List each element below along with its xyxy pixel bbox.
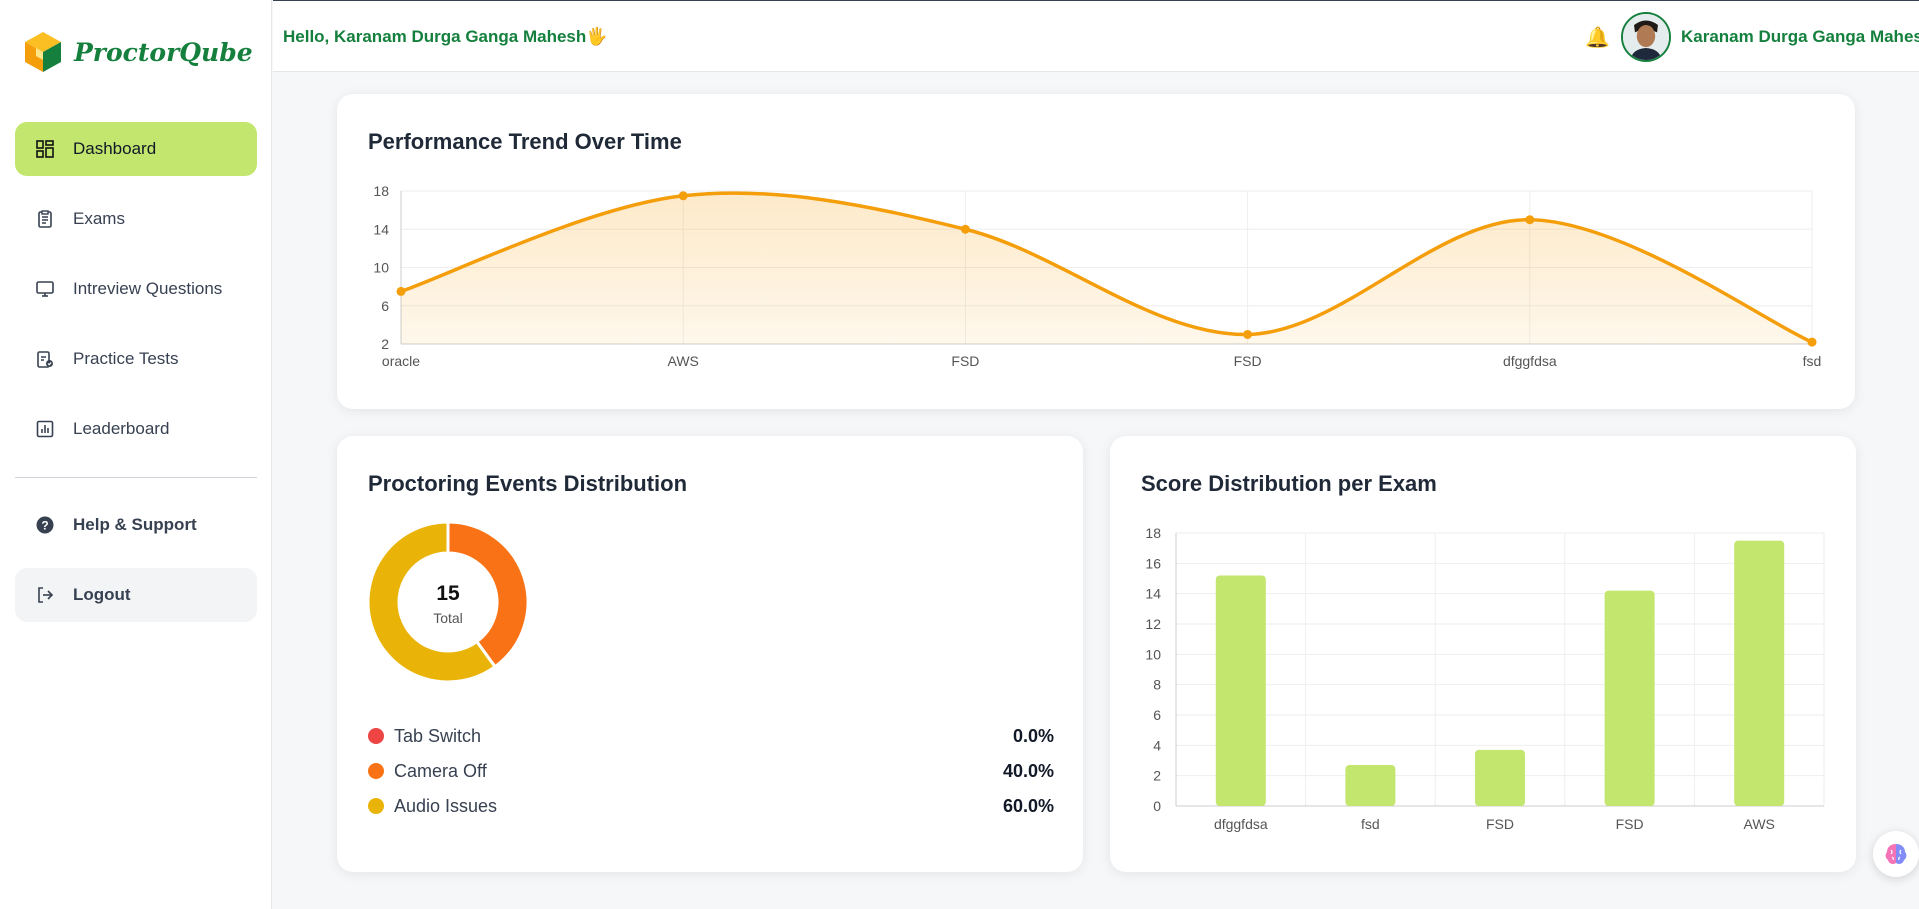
y-tick-label: 18 [1145,525,1161,541]
x-tick-label: dfggfdsa [1214,816,1268,832]
monitor-icon [35,279,55,299]
sidebar-item-practice-tests[interactable]: Practice Tests [15,332,257,386]
x-tick-label: AWS [1744,816,1775,832]
app-name: ProctorQube [74,37,253,67]
performance-trend-card: Performance Trend Over Time 2 6 10 14 18 orac… [337,94,1855,409]
y-tick-label: 0 [1153,798,1161,814]
wave-emoji-icon: 🖐 [586,27,608,46]
sidebar-secondary-nav: ? Help & Support Logout [15,498,257,638]
legend-item: Camera Off 40.0% [368,759,1054,783]
clipboard-check-icon [35,349,55,369]
help-support-button[interactable]: ? Help & Support [15,498,257,552]
logout-icon [35,585,55,605]
x-tick-label: AWS [668,353,699,369]
user-name[interactable]: Karanam Durga Ganga Mahesh [1681,27,1919,47]
score-bar [1734,540,1785,806]
y-tick-label: 6 [381,298,389,314]
legend-label: Tab Switch [394,725,482,746]
help-support-label: Help & Support [73,515,197,534]
x-tick-label: fsd [1803,353,1822,369]
y-tick-label: 10 [1145,646,1161,662]
x-tick-label: FSD [1616,816,1644,832]
bell-icon[interactable]: 🔔 [1585,25,1610,50]
sidebar-item-exams[interactable]: Exams [15,192,257,246]
score-bar [1604,590,1655,806]
legend-item: Tab Switch 0.0% [368,724,1054,748]
score-bar [1475,749,1525,806]
x-tick-label: FSD [951,353,979,369]
logout-label: Logout [73,585,131,604]
sidebar-item-leaderboard[interactable]: Leaderboard [15,402,257,456]
sidebar-item-label: Practice Tests [73,349,179,368]
bar-chart-icon [35,419,55,439]
x-tick-label: oracle [382,353,420,369]
y-tick-label: 2 [1153,768,1161,784]
y-tick-label: 18 [373,183,389,199]
trend-point [960,224,970,234]
avatar[interactable] [1621,12,1671,62]
greeting-label: Hello, Karanam Durga Ganga Mahesh [283,27,587,46]
top-header: Hello, Karanam Durga Ganga Mahesh🖐 🔔 Kar… [273,0,1919,72]
legend-value: 60.0% [1002,795,1054,816]
x-tick-label: FSD [1486,816,1514,832]
performance-trend-chart: 2 6 10 14 18 oracle AWS FSD FSD dfggfdsa fsd [373,183,1822,369]
cube-logo-icon [25,32,61,72]
y-tick-label: 12 [1145,616,1161,632]
sidebar-item-label: Exams [73,209,125,228]
trend-point [396,286,406,296]
clipboard-icon [35,209,55,229]
y-tick-label: 2 [381,336,389,352]
score-bar-chart: 0 2 4 6 8 10 12 14 16 18 dfggfdsa fsd FSD FSD AWS [1145,525,1825,832]
help-circle-icon: ? [35,515,55,535]
legend-value: 40.0% [1002,760,1054,781]
sidebar-item-interview-questions[interactable]: Intreview Questions [15,262,257,316]
score-distribution-card: Score Distribution per Exam 0 2 4 6 8 10 12 14 1… [1110,436,1856,872]
proctoring-events-card: Proctoring Events Distribution 15 Total T… [337,436,1083,872]
sidebar-divider [15,477,257,478]
legend-value: 0.0% [1012,725,1054,746]
donut-total-value: 15 [436,582,460,605]
y-tick-label: 16 [1145,555,1161,571]
trend-point [1807,337,1817,347]
dashboard-icon [35,139,55,159]
donut-total-label: Total [433,610,463,626]
legend-dot [368,728,384,744]
y-tick-label: 10 [373,260,389,276]
trend-point [1243,329,1253,339]
legend-dot [368,763,384,779]
sidebar-item-label: Leaderboard [73,419,170,438]
x-tick-label: dfggfdsa [1503,353,1557,369]
score-bar [1215,575,1266,806]
y-tick-label: 14 [373,221,389,237]
sidebar: ProctorQube Dashboard Exams Intreview Qu… [0,0,272,909]
legend-item: Audio Issues 60.0% [368,794,1054,818]
legend-label: Audio Issues [394,795,498,816]
trend-point [678,191,688,201]
y-tick-label: 6 [1153,707,1161,723]
sidebar-item-label: Intreview Questions [73,279,223,298]
legend-label: Camera Off [394,760,487,781]
logout-button[interactable]: Logout [15,568,257,622]
trend-point [1525,215,1535,225]
legend-dot [368,798,384,814]
sidebar-item-dashboard[interactable]: Dashboard [15,122,257,176]
sidebar-item-label: Dashboard [73,139,157,158]
app-logo[interactable]: ProctorQube [22,30,253,74]
svg-text:?: ? [41,519,48,533]
ai-assistant-button[interactable] [1873,831,1919,877]
x-tick-label: FSD [1234,353,1262,369]
greeting-text: Hello, Karanam Durga Ganga Mahesh🖐 [283,27,607,47]
donut-slice [446,520,530,669]
score-bar [1345,765,1396,806]
sidebar-nav: Dashboard Exams Intreview Questions Prac… [15,122,257,472]
trend-area [401,193,1812,344]
brain-icon [1885,844,1907,864]
y-tick-label: 4 [1153,737,1161,753]
y-tick-label: 8 [1153,677,1161,693]
x-tick-label: fsd [1361,816,1380,832]
y-tick-label: 14 [1145,586,1161,602]
